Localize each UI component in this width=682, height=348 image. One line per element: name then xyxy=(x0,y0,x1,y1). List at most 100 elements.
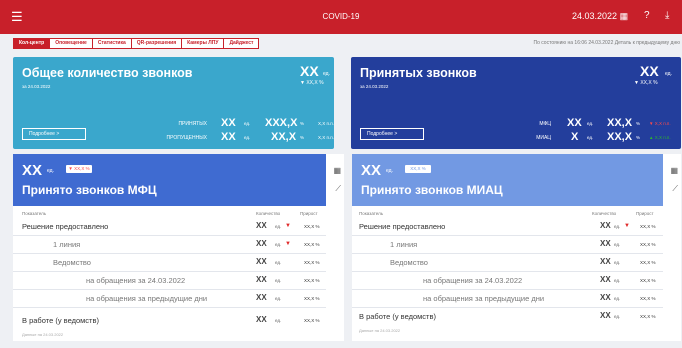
calendar-icon[interactable]: ▦ xyxy=(620,11,629,21)
total-unit: ед. xyxy=(665,71,672,77)
row-name: на обращения за предыдущие дни xyxy=(86,294,208,303)
data-note: Данные на 24.03.2022 xyxy=(22,332,64,337)
row-value: XX xyxy=(600,239,611,248)
panel-header: XX ед. ▼ XX,X % Принято звонков МФЦ xyxy=(13,154,326,206)
row-value: XX xyxy=(600,293,611,302)
accepted-label: ПРИНЯТЫХ xyxy=(178,121,207,127)
row-name: на обращения за 24.03.2022 xyxy=(423,276,523,285)
table-row: Решение предоставлено XX ед. ▼ XX,X % xyxy=(13,218,326,236)
table-row: на обращения за 24.03.2022 XX ед. XX,X % xyxy=(13,272,326,290)
header-badge: XX,X % xyxy=(405,165,431,173)
row-unit: ед. xyxy=(614,314,621,319)
row-value: XX xyxy=(256,257,267,266)
table-row: В работе (у ведомств) XX ед. XX,X % xyxy=(13,312,326,330)
miac-panel: XX ед. XX,X % Принято звонков МИАЦ ▦ ⟋ П… xyxy=(352,154,681,341)
row-growth: XX,X % xyxy=(640,278,656,283)
miac-pp: ▲ X,X п.п. xyxy=(649,135,671,140)
down-arrow-icon: ▼ xyxy=(285,241,291,247)
row-unit: ед. xyxy=(614,224,621,229)
data-note: Данные на 24.03.2022 xyxy=(359,328,401,333)
row-unit: ед. xyxy=(275,224,282,229)
row-unit: ед. xyxy=(275,260,282,265)
miac-percent-unit: % xyxy=(636,135,641,140)
missed-unit: ед. xyxy=(244,135,251,140)
row-name: Решение предоставлено xyxy=(22,222,109,231)
table-row: Ведомство XX ед. XX,X % xyxy=(13,254,326,272)
tab-notification[interactable]: Оповещение xyxy=(49,38,93,49)
row-unit: ед. xyxy=(275,278,282,283)
miac-percent: XX,X xyxy=(607,131,633,143)
tab-digest[interactable]: Дайджест xyxy=(223,38,260,49)
current-date: 24.03.2022 xyxy=(572,11,618,21)
header-value: XX xyxy=(22,162,43,179)
card-date: за 24.03.2022 xyxy=(22,84,51,89)
down-arrow-icon: ▼ xyxy=(624,223,630,229)
row-value: XX xyxy=(600,257,611,266)
row-name: В работе (у ведомств) xyxy=(22,316,99,325)
chart-view-icon[interactable]: ⟋ xyxy=(335,184,341,194)
row-name: Ведомство xyxy=(390,258,428,267)
row-unit: ед. xyxy=(614,242,621,247)
row-name: на обращения за 24.03.2022 xyxy=(86,276,186,285)
tab-statistics[interactable]: Статистика xyxy=(91,38,132,49)
col-header-name: Показатель xyxy=(359,211,384,216)
row-value: XX xyxy=(600,311,611,320)
row-name: на обращения за предыдущие дни xyxy=(423,294,545,303)
mfc-percent: XX,X xyxy=(607,117,633,129)
row-unit: ед. xyxy=(275,318,282,323)
miac-label: МИАЦ xyxy=(536,135,551,141)
row-growth: XX,X % xyxy=(304,242,320,247)
missed-value: XX xyxy=(221,131,236,143)
total-calls-card: Общее количество звонков за 24.03.2022 X… xyxy=(13,57,334,149)
date-picker[interactable]: 24.03.2022 ▦ xyxy=(572,11,628,22)
top-bar: ☰ COVID-19 24.03.2022 ▦ ? ⤓ xyxy=(0,0,682,34)
row-value: XX xyxy=(600,221,611,230)
section-tabs: Кол-центр Оповещение Статистика QR-разре… xyxy=(13,38,260,49)
total-value: XX xyxy=(640,63,659,79)
table-row: на обращения за 24.03.2022 XX ед. XX,X % xyxy=(352,272,663,290)
row-value: XX xyxy=(256,221,267,230)
details-button[interactable]: Подробнее > xyxy=(360,128,424,140)
table-row: Решение предоставлено XX ед. ▼ XX,X % xyxy=(352,218,663,236)
row-growth: XX,X % xyxy=(640,224,656,229)
mfc-unit: ед. xyxy=(587,121,594,126)
accepted-percent: XXX,X xyxy=(265,117,298,129)
row-name: Ведомство xyxy=(53,258,91,267)
panel-title: Принято звонков МИАЦ xyxy=(361,183,503,197)
total-pct: ▼ XX,X % xyxy=(300,80,324,86)
row-growth: XX,X % xyxy=(304,296,320,301)
total-pct: ▼ XX,X % xyxy=(634,80,658,86)
tab-cameras[interactable]: Камеры ЛПУ xyxy=(181,38,225,49)
tab-qr-permissions[interactable]: QR-разрешения xyxy=(130,38,183,49)
col-header-growth: Прирост xyxy=(300,211,318,216)
table-view-icon[interactable]: ▦ xyxy=(670,166,678,175)
accepted-pp: X,X п.п. xyxy=(318,121,334,126)
header-unit: ед. xyxy=(47,168,54,174)
row-value: XX xyxy=(256,275,267,284)
download-icon[interactable]: ⤓ xyxy=(665,10,669,21)
row-value: XX xyxy=(600,275,611,284)
missed-percent-unit: % xyxy=(300,135,305,140)
row-growth: XX,X % xyxy=(304,278,320,283)
mfc-panel: XX ед. ▼ XX,X % Принято звонков МФЦ ▦ ⟋ … xyxy=(13,154,344,341)
table-row: В работе (у ведомств) XX ед. XX,X % xyxy=(352,308,663,326)
table-view-icon[interactable]: ▦ xyxy=(333,166,341,175)
row-value: XX xyxy=(256,239,267,248)
tab-call-center[interactable]: Кол-центр xyxy=(13,38,51,49)
row-unit: ед. xyxy=(275,242,282,247)
row-growth: XX,X % xyxy=(640,242,656,247)
accepted-calls-card: Принятых звонков за 24.03.2022 XX ед. ▼ … xyxy=(351,57,681,149)
row-name: 1 линия xyxy=(53,240,81,249)
total-unit: ед. xyxy=(323,71,330,77)
col-header-growth: Прирост xyxy=(636,211,654,216)
header-unit: ед. xyxy=(386,168,393,174)
details-button[interactable]: Подробнее > xyxy=(22,128,86,140)
help-icon[interactable]: ? xyxy=(644,10,650,21)
mfc-percent-unit: % xyxy=(636,121,641,126)
chart-view-icon[interactable]: ⟋ xyxy=(672,184,678,194)
table-row: на обращения за предыдущие дни XX ед. XX… xyxy=(13,290,326,308)
row-growth: XX,X % xyxy=(304,318,320,323)
row-unit: ед. xyxy=(275,296,282,301)
col-header-qty: Количество xyxy=(592,211,617,216)
missed-percent: XX,X xyxy=(271,131,297,143)
